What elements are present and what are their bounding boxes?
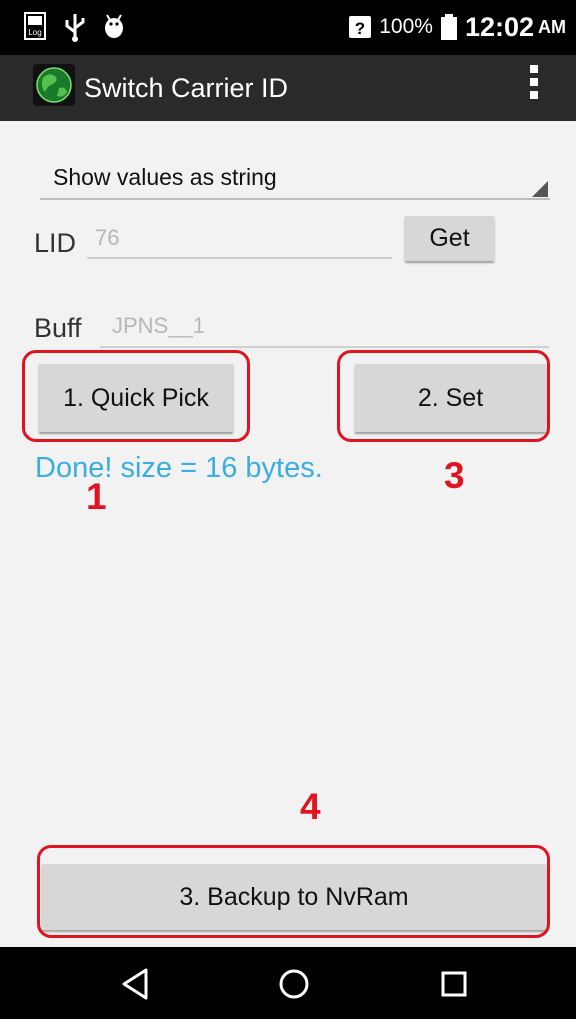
battery-percent: 100%	[379, 15, 433, 38]
back-icon[interactable]	[116, 962, 156, 1006]
status-bar: Log ? 100% 12:02 AM	[0, 0, 576, 55]
overflow-menu-icon[interactable]	[526, 65, 542, 105]
buff-label: Buff	[34, 313, 82, 343]
annotation-4: 4	[300, 786, 321, 827]
clock-ampm: AM	[538, 16, 566, 37]
android-debug-icon	[105, 14, 123, 38]
buff-input[interactable]	[100, 306, 549, 348]
app-title: Switch Carrier ID	[84, 73, 289, 103]
status-right: ? 100% 12:02 AM	[349, 10, 566, 44]
lid-input[interactable]	[87, 219, 392, 259]
highlight-backup	[37, 845, 550, 938]
usb-icon	[65, 14, 85, 42]
signal-unknown-icon: ?	[349, 16, 372, 38]
battery-icon	[440, 14, 457, 40]
status-message: Done! size = 16 bytes.	[35, 452, 323, 484]
log-icon: Log	[24, 12, 46, 40]
get-button[interactable]: Get	[405, 216, 494, 261]
app-globe-icon	[33, 64, 75, 106]
annotation-1: 1	[86, 476, 107, 517]
display-mode-spinner[interactable]: Show values as string	[40, 156, 550, 200]
highlight-quick-pick	[22, 350, 250, 442]
spinner-arrow-icon	[532, 181, 548, 197]
recents-icon[interactable]	[434, 962, 474, 1006]
spinner-underline	[40, 198, 550, 200]
clock: 12:02	[464, 11, 534, 42]
annotation-3: 3	[444, 455, 465, 496]
spinner-selected-value: Show values as string	[53, 164, 277, 190]
highlight-set	[337, 350, 550, 442]
lid-label: LID	[34, 228, 77, 258]
svg-text:Log: Log	[28, 28, 41, 37]
home-icon[interactable]	[272, 962, 316, 1006]
svg-text:?: ?	[355, 19, 365, 38]
